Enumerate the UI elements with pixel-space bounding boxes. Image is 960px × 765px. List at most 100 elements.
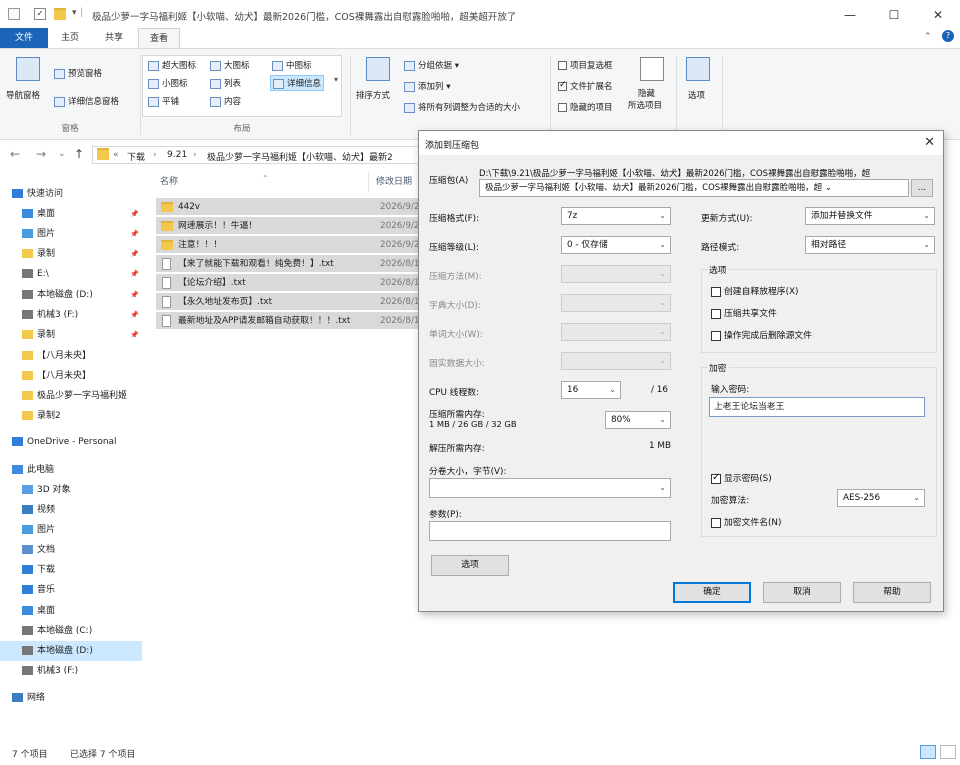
breadcrumb-current-folder[interactable]: 极品少萝一字马福利姬【小软喵、幼犬】最新2	[207, 150, 393, 163]
nav-item[interactable]: 本地磁盘 (D:) 📌	[0, 285, 142, 305]
hide-selected-button[interactable]: 隐藏	[638, 87, 655, 99]
file-extensions-toggle[interactable]: 文件扩展名	[558, 80, 613, 92]
nav-item[interactable]: E:\ 📌	[0, 264, 142, 284]
layout-list[interactable]: 列表	[210, 77, 241, 89]
layout-more-icon[interactable]: ▾	[334, 75, 338, 84]
nav-item[interactable]: 录制 📌	[0, 325, 142, 345]
help-button[interactable]: 帮助	[853, 582, 931, 603]
forward-button[interactable]: →	[36, 147, 46, 161]
layout-medium[interactable]: 中图标	[272, 59, 312, 71]
quick-access-dropdown-icon[interactable]: ▾	[72, 8, 77, 18]
layout-tiles[interactable]: 平铺	[148, 95, 179, 107]
sort-by-button[interactable]: 排序方式	[356, 89, 390, 101]
cancel-button[interactable]: 取消	[763, 582, 841, 603]
properties-checkmark-icon[interactable]: ✓	[34, 8, 46, 20]
browse-button[interactable]: ...	[911, 179, 933, 197]
nav-item[interactable]: 极品少萝一字马福利姬	[0, 386, 142, 406]
add-columns-button[interactable]: 添加列 ▾	[404, 80, 450, 92]
delete-after-checkbox[interactable]: 操作完成后删除源文件	[711, 328, 812, 341]
collapse-ribbon-icon[interactable]: ⌃	[924, 32, 932, 42]
solid-select[interactable]: ⌄	[561, 352, 671, 370]
column-divider[interactable]	[368, 172, 369, 192]
mem-percent-select[interactable]: 80% ⌄	[605, 411, 671, 429]
show-password-checkbox[interactable]: 显示密码(S)	[711, 471, 772, 484]
file-row[interactable]: 442v 2026/9/2	[156, 198, 422, 216]
nav-item[interactable]: 音乐	[0, 580, 142, 600]
options-button[interactable]: 选项	[431, 555, 509, 576]
dict-select[interactable]: ⌄	[561, 294, 671, 312]
new-folder-icon[interactable]	[54, 8, 66, 20]
fit-columns-button[interactable]: 将所有列调整为合适的大小	[404, 101, 520, 113]
details-pane-button[interactable]: 详细信息窗格	[54, 95, 119, 107]
update-mode-select[interactable]: 添加并替换文件 ⌄	[805, 207, 935, 225]
nav-item[interactable]: 桌面 📌	[0, 204, 142, 224]
tab-file[interactable]: 文件	[0, 28, 48, 48]
options-button[interactable]: 选项	[688, 89, 705, 101]
nav-item[interactable]: 机械3 (F:) 📌	[0, 305, 142, 325]
nav-item[interactable]: 【八月未央】	[0, 366, 142, 386]
breadcrumb-separator[interactable]: ›	[153, 150, 157, 160]
nav-item[interactable]: 本地磁盘 (D:)	[0, 641, 142, 661]
file-row[interactable]: 【永久地址发布页】.txt 2026/8/1	[156, 293, 422, 311]
minimize-button[interactable]: —	[828, 0, 872, 30]
column-header-date[interactable]: 修改日期	[376, 172, 412, 192]
create-sfx-checkbox[interactable]: 创建自释放程序(X)	[711, 284, 798, 297]
layout-large[interactable]: 大图标	[210, 59, 250, 71]
nav-item[interactable]: 网络	[0, 688, 142, 708]
archive-name-combo[interactable]: 极品少萝一字马福利姬【小软喵、幼犬】最新2026门槛，COS裸舞露出自慰露脸啪啪…	[479, 179, 909, 197]
nav-pane-button[interactable]: 导航窗格	[6, 89, 40, 101]
nav-item[interactable]: 此电脑	[0, 460, 142, 480]
address-box[interactable]: « 下载 › 9.21 › 极品少萝一字马福利姬【小软喵、幼犬】最新2	[92, 146, 422, 164]
hidden-items-toggle[interactable]: 隐藏的项目	[558, 101, 613, 113]
nav-item[interactable]: 视频	[0, 500, 142, 520]
encryption-method-select[interactable]: AES-256 ⌄	[837, 489, 925, 507]
large-icons-view-icon[interactable]	[940, 745, 956, 759]
nav-item[interactable]: 下载	[0, 560, 142, 580]
nav-item[interactable]: 【八月未央】	[0, 346, 142, 366]
path-mode-select[interactable]: 相对路径 ⌄	[805, 236, 935, 254]
nav-item[interactable]: 文档	[0, 540, 142, 560]
nav-item[interactable]: 快速访问	[0, 184, 142, 204]
nav-item[interactable]: 本地磁盘 (C:)	[0, 621, 142, 641]
level-select[interactable]: 0 - 仅存储 ⌄	[561, 236, 671, 254]
nav-item[interactable]: OneDrive - Personal	[0, 432, 142, 452]
maximize-button[interactable]: ☐	[872, 0, 916, 30]
group-by-button[interactable]: 分组依据 ▾	[404, 59, 459, 71]
item-checkboxes-toggle[interactable]: 项目复选框	[558, 59, 613, 71]
breadcrumb-separator[interactable]: ›	[193, 150, 197, 160]
preview-pane-button[interactable]: 预览窗格	[54, 67, 102, 79]
back-button[interactable]: ←	[10, 147, 20, 161]
file-row[interactable]: 注意！！！ 2026/9/2	[156, 236, 422, 254]
dialog-close-button[interactable]: ✕	[924, 135, 935, 150]
nav-item[interactable]: 图片 📌	[0, 224, 142, 244]
nav-item[interactable]: 桌面	[0, 601, 142, 621]
file-row[interactable]: 【论坛介绍】.txt 2026/8/1	[156, 274, 422, 292]
details-view-icon[interactable]	[920, 745, 936, 759]
method-select[interactable]: ⌄	[561, 265, 671, 283]
tab-share[interactable]: 共享	[92, 28, 136, 48]
nav-item[interactable]: 图片	[0, 520, 142, 540]
column-header-name[interactable]: 名称	[160, 172, 178, 192]
nav-item[interactable]: 机械3 (F:)	[0, 661, 142, 681]
breadcrumb-overflow[interactable]: «	[113, 150, 119, 160]
layout-details[interactable]: 详细信息	[270, 75, 325, 91]
nav-item[interactable]: 录制 📌	[0, 244, 142, 264]
breadcrumb-9-21[interactable]: 9.21	[167, 150, 187, 160]
ok-button[interactable]: 确定	[673, 582, 751, 603]
file-row[interactable]: 【来了就能下载和观看！纯免费！】.txt 2026/8/1	[156, 255, 422, 273]
file-row[interactable]: 最新地址及APP请发邮箱自动获取！！！.txt 2026/8/1	[156, 312, 422, 330]
layout-small[interactable]: 小图标	[148, 77, 188, 89]
encrypt-names-checkbox[interactable]: 加密文件名(N)	[711, 515, 781, 528]
word-select[interactable]: ⌄	[561, 323, 671, 341]
split-size-combo[interactable]: ⌄	[429, 478, 671, 498]
params-input[interactable]	[429, 521, 671, 541]
layout-extra-large[interactable]: 超大图标	[148, 59, 196, 71]
nav-item[interactable]: 录制2	[0, 406, 142, 426]
cpu-select[interactable]: 16 ⌄	[561, 381, 621, 399]
file-row[interactable]: 网速展示！！牛逼！ 2026/9/2	[156, 217, 422, 235]
format-select[interactable]: 7z ⌄	[561, 207, 671, 225]
close-button[interactable]: ✕	[916, 0, 960, 30]
breadcrumb-downloads[interactable]: 下载	[127, 150, 145, 163]
tab-home[interactable]: 主页	[50, 28, 90, 48]
up-button[interactable]: ↑	[74, 147, 84, 161]
